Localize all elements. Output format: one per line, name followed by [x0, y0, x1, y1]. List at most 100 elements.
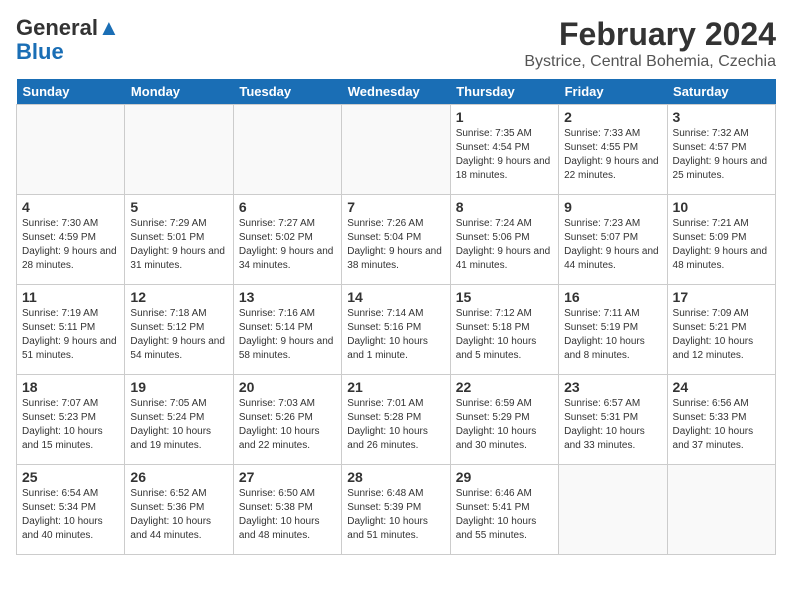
day-info: Sunrise: 6:52 AM Sunset: 5:36 PM Dayligh…: [130, 487, 227, 543]
header-wednesday: Wednesday: [342, 79, 450, 105]
day-info: Sunrise: 7:11 AM Sunset: 5:19 PM Dayligh…: [564, 307, 661, 363]
day-cell: 20 Sunrise: 7:03 AM Sunset: 5:26 PM Dayli…: [233, 375, 341, 465]
day-number: 3: [673, 109, 770, 125]
day-number: 17: [673, 289, 770, 305]
day-info: Sunrise: 7:09 AM Sunset: 5:21 PM Dayligh…: [673, 307, 770, 363]
week-row-3: 11 Sunrise: 7:19 AM Sunset: 5:11 PM Dayli…: [17, 285, 776, 375]
day-number: 19: [130, 379, 227, 395]
calendar-table: Sunday Monday Tuesday Wednesday Thursday…: [16, 79, 776, 555]
day-number: 2: [564, 109, 661, 125]
day-cell: 14 Sunrise: 7:14 AM Sunset: 5:16 PM Dayli…: [342, 285, 450, 375]
day-info: Sunrise: 6:54 AM Sunset: 5:34 PM Dayligh…: [22, 487, 119, 543]
day-number: 26: [130, 469, 227, 485]
day-info: Sunrise: 7:21 AM Sunset: 5:09 PM Dayligh…: [673, 217, 770, 273]
day-cell: 29Sunrise: 6:46 AM Sunset: 5:41 PM Dayli…: [450, 465, 558, 555]
day-cell: [342, 105, 450, 195]
day-cell: 28 Sunrise: 6:48 AM Sunset: 5:39 PM Dayli…: [342, 465, 450, 555]
day-info: Sunrise: 7:16 AM Sunset: 5:14 PM Dayligh…: [239, 307, 336, 363]
day-info: Sunrise: 7:03 AM Sunset: 5:26 PM Dayligh…: [239, 397, 336, 453]
day-cell: 22Sunrise: 6:59 AM Sunset: 5:29 PM Dayli…: [450, 375, 558, 465]
day-number: 21: [347, 379, 444, 395]
day-info: Sunrise: 7:18 AM Sunset: 5:12 PM Dayligh…: [130, 307, 227, 363]
logo-text: General▲ Blue: [16, 16, 120, 64]
header-sunday: Sunday: [17, 79, 125, 105]
calendar-subtitle: Bystrice, Central Bohemia, Czechia: [524, 53, 776, 71]
day-number: 28: [347, 469, 444, 485]
day-cell: 19 Sunrise: 7:05 AM Sunset: 5:24 PM Dayli…: [125, 375, 233, 465]
day-cell: [17, 105, 125, 195]
day-info: Sunrise: 7:01 AM Sunset: 5:28 PM Dayligh…: [347, 397, 444, 453]
day-number: 4: [22, 199, 119, 215]
header-monday: Monday: [125, 79, 233, 105]
day-cell: 25 Sunrise: 6:54 AM Sunset: 5:34 PM Dayli…: [17, 465, 125, 555]
day-cell: 17 Sunrise: 7:09 AM Sunset: 5:21 PM Dayli…: [667, 285, 775, 375]
day-cell: [233, 105, 341, 195]
day-cell: 27Sunrise: 6:50 AM Sunset: 5:38 PM Dayli…: [233, 465, 341, 555]
day-cell: 11 Sunrise: 7:19 AM Sunset: 5:11 PM Dayli…: [17, 285, 125, 375]
day-number: 14: [347, 289, 444, 305]
day-number: 22: [456, 379, 553, 395]
day-info: Sunrise: 6:50 AM Sunset: 5:38 PM Dayligh…: [239, 487, 336, 543]
header-friday: Friday: [559, 79, 667, 105]
day-cell: 15 Sunrise: 7:12 AM Sunset: 5:18 PM Dayli…: [450, 285, 558, 375]
day-cell: [559, 465, 667, 555]
day-number: 18: [22, 379, 119, 395]
day-info: Sunrise: 7:27 AM Sunset: 5:02 PM Dayligh…: [239, 217, 336, 273]
day-number: 15: [456, 289, 553, 305]
day-cell: 9 Sunrise: 7:23 AM Sunset: 5:07 PM Daylig…: [559, 195, 667, 285]
day-cell: [125, 105, 233, 195]
day-info: Sunrise: 7:19 AM Sunset: 5:11 PM Dayligh…: [22, 307, 119, 363]
day-cell: 1 Sunrise: 7:35 AM Sunset: 4:54 PM Daylig…: [450, 105, 558, 195]
logo-blue: Blue: [16, 39, 64, 64]
day-cell: 26 Sunrise: 6:52 AM Sunset: 5:36 PM Dayli…: [125, 465, 233, 555]
day-cell: 6Sunrise: 7:27 AM Sunset: 5:02 PM Daylig…: [233, 195, 341, 285]
day-cell: 23Sunrise: 6:57 AM Sunset: 5:31 PM Dayli…: [559, 375, 667, 465]
day-number: 5: [130, 199, 227, 215]
day-cell: 10Sunrise: 7:21 AM Sunset: 5:09 PM Dayli…: [667, 195, 775, 285]
header: General▲ Blue February 2024 Bystrice, Ce…: [16, 16, 776, 71]
day-cell: 7 Sunrise: 7:26 AM Sunset: 5:04 PM Daylig…: [342, 195, 450, 285]
day-info: Sunrise: 7:12 AM Sunset: 5:18 PM Dayligh…: [456, 307, 553, 363]
day-number: 9: [564, 199, 661, 215]
day-cell: 13 Sunrise: 7:16 AM Sunset: 5:14 PM Dayli…: [233, 285, 341, 375]
day-info: Sunrise: 7:23 AM Sunset: 5:07 PM Dayligh…: [564, 217, 661, 273]
day-number: 11: [22, 289, 119, 305]
day-info: Sunrise: 7:26 AM Sunset: 5:04 PM Dayligh…: [347, 217, 444, 273]
day-number: 13: [239, 289, 336, 305]
week-row-5: 25 Sunrise: 6:54 AM Sunset: 5:34 PM Dayli…: [17, 465, 776, 555]
title-area: February 2024 Bystrice, Central Bohemia,…: [524, 16, 776, 71]
day-cell: 18Sunrise: 7:07 AM Sunset: 5:23 PM Dayli…: [17, 375, 125, 465]
day-cell: [667, 465, 775, 555]
day-cell: 5 Sunrise: 7:29 AM Sunset: 5:01 PM Daylig…: [125, 195, 233, 285]
day-number: 25: [22, 469, 119, 485]
day-number: 1: [456, 109, 553, 125]
week-row-1: 1 Sunrise: 7:35 AM Sunset: 4:54 PM Daylig…: [17, 105, 776, 195]
day-cell: 21 Sunrise: 7:01 AM Sunset: 5:28 PM Dayli…: [342, 375, 450, 465]
day-info: Sunrise: 7:33 AM Sunset: 4:55 PM Dayligh…: [564, 127, 661, 183]
day-number: 7: [347, 199, 444, 215]
day-number: 24: [673, 379, 770, 395]
header-saturday: Saturday: [667, 79, 775, 105]
day-info: Sunrise: 7:35 AM Sunset: 4:54 PM Dayligh…: [456, 127, 553, 183]
day-number: 16: [564, 289, 661, 305]
weekday-header-row: Sunday Monday Tuesday Wednesday Thursday…: [17, 79, 776, 105]
day-info: Sunrise: 6:48 AM Sunset: 5:39 PM Dayligh…: [347, 487, 444, 543]
day-cell: 24Sunrise: 6:56 AM Sunset: 5:33 PM Dayli…: [667, 375, 775, 465]
day-cell: 3Sunrise: 7:32 AM Sunset: 4:57 PM Daylig…: [667, 105, 775, 195]
day-cell: 4 Sunrise: 7:30 AM Sunset: 4:59 PM Daylig…: [17, 195, 125, 285]
day-cell: 2 Sunrise: 7:33 AM Sunset: 4:55 PM Daylig…: [559, 105, 667, 195]
week-row-4: 18Sunrise: 7:07 AM Sunset: 5:23 PM Dayli…: [17, 375, 776, 465]
day-info: Sunrise: 7:05 AM Sunset: 5:24 PM Dayligh…: [130, 397, 227, 453]
header-tuesday: Tuesday: [233, 79, 341, 105]
day-info: Sunrise: 7:29 AM Sunset: 5:01 PM Dayligh…: [130, 217, 227, 273]
day-number: 8: [456, 199, 553, 215]
day-info: Sunrise: 7:24 AM Sunset: 5:06 PM Dayligh…: [456, 217, 553, 273]
week-row-2: 4 Sunrise: 7:30 AM Sunset: 4:59 PM Daylig…: [17, 195, 776, 285]
day-info: Sunrise: 6:57 AM Sunset: 5:31 PM Dayligh…: [564, 397, 661, 453]
day-info: Sunrise: 7:14 AM Sunset: 5:16 PM Dayligh…: [347, 307, 444, 363]
day-cell: 16 Sunrise: 7:11 AM Sunset: 5:19 PM Dayli…: [559, 285, 667, 375]
day-info: Sunrise: 7:30 AM Sunset: 4:59 PM Dayligh…: [22, 217, 119, 273]
day-number: 29: [456, 469, 553, 485]
day-cell: 12Sunrise: 7:18 AM Sunset: 5:12 PM Dayli…: [125, 285, 233, 375]
day-number: 20: [239, 379, 336, 395]
